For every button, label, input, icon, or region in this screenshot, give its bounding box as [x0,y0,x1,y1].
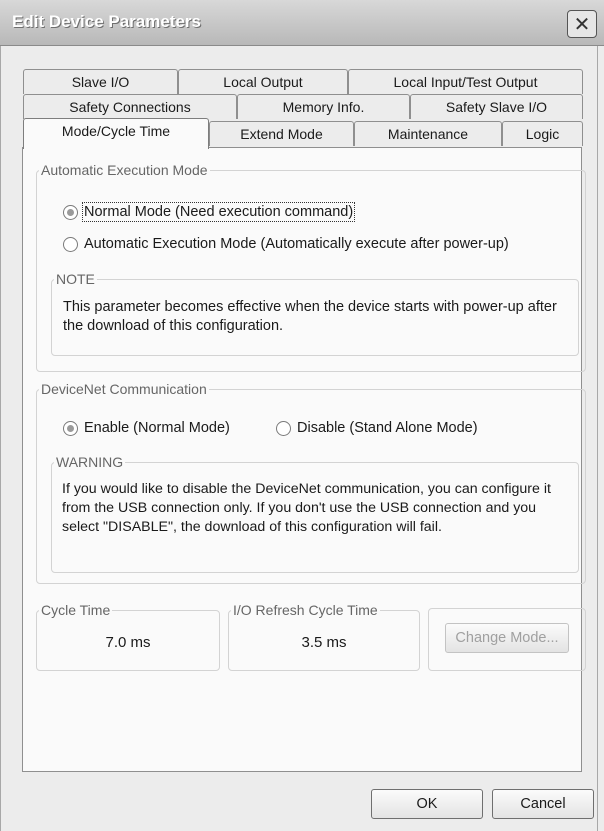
tab-extend-mode[interactable]: Extend Mode [209,121,354,146]
cycle-time-value: 7.0 ms [105,634,151,651]
auto-exec-mode-label: Automatic Execution Mode (Automatically … [84,236,509,252]
tab-safety-slave-io[interactable]: Safety Slave I/O [410,94,583,119]
io-refresh-cycle-value: 3.5 ms [301,634,347,651]
cancel-label: Cancel [520,796,566,812]
tab-local-input-test-output[interactable]: Local Input/Test Output [348,69,583,94]
tab-label: Maintenance [387,126,469,142]
disable-label: Disable (Stand Alone Mode) [297,420,478,436]
enable-label: Enable (Normal Mode) [84,420,230,436]
io-refresh-cycle-legend: I/O Refresh Cycle Time [233,602,378,618]
warning-text: If you would like to disable the DeviceN… [62,481,551,535]
normal-mode-option[interactable]: Normal Mode (Need execution command) [63,202,356,222]
auto-exec-mode-radio[interactable] [63,236,78,252]
title-bar: Edit Device Parameters ✕ [0,0,604,46]
cycle-time-legend: Cycle Time [41,602,111,618]
automatic-execution-legend: Automatic Execution Mode [41,162,208,178]
tab-logic[interactable]: Logic [502,121,583,146]
tab-label: Local Output [223,74,303,90]
tab-slave-io[interactable]: Slave I/O [23,69,178,94]
window-title: Edit Device Parameters [12,12,201,31]
tab-label: Safety Connections [69,99,191,115]
note-text: This parameter becomes effective when th… [63,299,557,334]
cancel-button[interactable]: Cancel [492,789,594,819]
auto-exec-mode-option[interactable]: Automatic Execution Mode (Automatically … [63,236,509,252]
normal-mode-radio[interactable] [63,204,78,220]
change-mode-button[interactable]: Change Mode... [445,623,569,653]
tab-label: Memory Info. [282,99,365,115]
ok-button[interactable]: OK [371,789,483,819]
close-icon: ✕ [573,13,591,36]
tab-maintenance[interactable]: Maintenance [354,121,502,146]
tab-safety-connections[interactable]: Safety Connections [23,94,237,119]
tab-label: Logic [525,126,560,142]
close-button[interactable]: ✕ [567,10,597,38]
warning-legend: WARNING [56,454,124,470]
devicenet-communication-legend: DeviceNet Communication [41,381,207,397]
tab-mode-cycle-time[interactable]: Mode/Cycle Time [23,118,209,149]
disable-radio[interactable] [276,420,291,436]
change-mode-label: Change Mode... [455,630,559,646]
ok-label: OK [416,796,438,812]
tab-local-output[interactable]: Local Output [178,69,348,94]
tab-label: Local Input/Test Output [393,74,538,90]
tab-label: Safety Slave I/O [445,99,548,115]
enable-normal-mode-option[interactable]: Enable (Normal Mode) [63,420,230,436]
tab-label: Mode/Cycle Time [61,123,171,139]
tab-label: Extend Mode [240,126,323,142]
enable-radio[interactable] [63,420,78,436]
tab-label: Slave I/O [71,74,130,90]
note-legend: NOTE [56,271,95,287]
normal-mode-label: Normal Mode (Need execution command) [81,202,356,222]
disable-stand-alone-option[interactable]: Disable (Stand Alone Mode) [276,420,478,436]
tab-memory-info[interactable]: Memory Info. [237,94,410,119]
